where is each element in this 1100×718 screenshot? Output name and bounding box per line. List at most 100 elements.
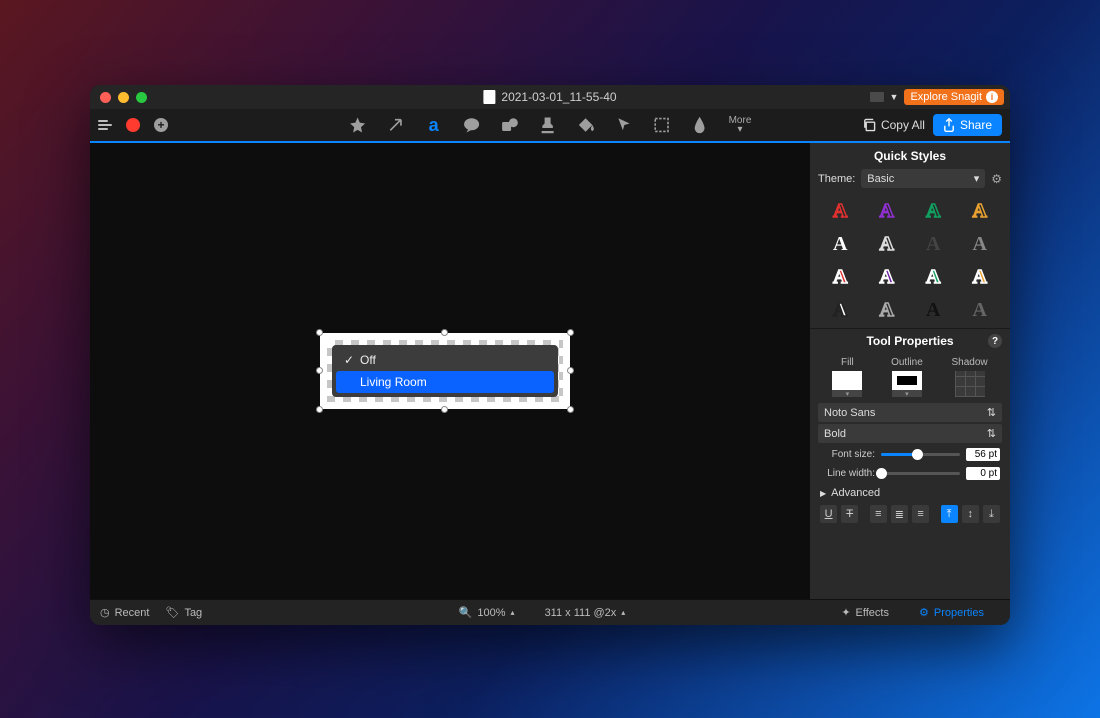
- minimize-window[interactable]: [118, 92, 129, 103]
- disclosure-triangle-icon: ▶: [820, 489, 826, 498]
- fill-tool[interactable]: [577, 116, 595, 134]
- style-preset[interactable]: A: [867, 233, 908, 256]
- dropdown-menu: ✓Off Living Room: [332, 345, 558, 397]
- library-toggle[interactable]: [98, 120, 112, 130]
- font-family-select[interactable]: Noto Sans⇅: [818, 403, 1002, 422]
- move-tool[interactable]: [615, 116, 633, 134]
- style-preset[interactable]: A: [960, 233, 1001, 256]
- menu-item-off[interactable]: ✓Off: [336, 349, 554, 371]
- favorites-tool[interactable]: [349, 116, 367, 134]
- font-weight-select[interactable]: Bold⇅: [818, 424, 1002, 443]
- font-size-slider[interactable]: [881, 453, 960, 456]
- explore-label: Explore Snagit: [910, 91, 982, 103]
- resize-handle[interactable]: [567, 367, 574, 374]
- side-panel: Quick Styles Theme: Basic▾ ⚙ A A A A A A…: [810, 143, 1010, 599]
- shape-tool[interactable]: [501, 116, 519, 134]
- style-preset[interactable]: A: [820, 299, 861, 322]
- font-size-value[interactable]: 56 pt: [966, 448, 1000, 461]
- gear-icon[interactable]: ⚙: [991, 172, 1002, 186]
- callout-tool[interactable]: [463, 116, 481, 134]
- align-right-button[interactable]: ≡: [912, 505, 929, 523]
- selected-object[interactable]: ✓Off Living Room: [320, 333, 570, 409]
- canvas[interactable]: ✓Off Living Room: [90, 143, 810, 599]
- tag-icon: 🏷: [165, 606, 179, 619]
- resize-handle[interactable]: [316, 329, 323, 336]
- zoom-control[interactable]: 🔍100%▴: [459, 606, 515, 619]
- underline-button[interactable]: U: [820, 505, 837, 523]
- style-preset[interactable]: A: [867, 299, 908, 322]
- resize-handle[interactable]: [567, 406, 574, 413]
- style-preset[interactable]: A: [820, 200, 861, 223]
- theme-select[interactable]: Basic▾: [861, 169, 985, 188]
- dimensions-readout[interactable]: 311 x 111 @2x▴: [545, 606, 626, 619]
- style-preset[interactable]: A: [867, 200, 908, 223]
- gear-icon: ⚙: [919, 606, 929, 619]
- effects-icon: ✦: [841, 606, 850, 619]
- new-button[interactable]: +: [154, 118, 168, 132]
- strikethrough-button[interactable]: T: [841, 505, 858, 523]
- share-icon: [943, 118, 955, 132]
- resize-handle[interactable]: [316, 406, 323, 413]
- advanced-toggle[interactable]: ▶Advanced: [810, 483, 1010, 503]
- effects-tab[interactable]: ✦Effects: [841, 606, 889, 619]
- app-window: 2021-03-01_11-55-40 ▼ Explore Snagit i +…: [90, 85, 1010, 625]
- font-size-label: Font size:: [820, 449, 875, 460]
- valign-middle-button[interactable]: ↕: [962, 505, 979, 523]
- arrow-tool[interactable]: [387, 116, 405, 134]
- resize-handle[interactable]: [441, 406, 448, 413]
- style-preset[interactable]: A: [960, 266, 1001, 289]
- line-width-value[interactable]: 0 pt: [966, 467, 1000, 480]
- help-icon[interactable]: ?: [988, 334, 1002, 348]
- shadow-swatch[interactable]: Shadow: [951, 357, 987, 397]
- text-formatting-row: U T ≡ ≣ ≡ ⤒ ↕ ⤓: [810, 503, 1010, 531]
- close-window[interactable]: [100, 92, 111, 103]
- resize-handle[interactable]: [441, 329, 448, 336]
- search-icon: 🔍: [459, 606, 473, 619]
- outline-swatch[interactable]: Outline▾: [891, 357, 923, 397]
- line-width-label: Line width:: [820, 468, 875, 479]
- tool-properties-title: Tool Properties: [866, 334, 953, 348]
- properties-tab[interactable]: ⚙Properties: [919, 606, 984, 619]
- stepper-icon: ⇅: [987, 406, 996, 419]
- style-preset[interactable]: A: [960, 200, 1001, 223]
- text-tool[interactable]: a: [425, 116, 443, 134]
- style-preset[interactable]: A: [820, 233, 861, 256]
- record-button[interactable]: [126, 118, 140, 132]
- style-preset[interactable]: A: [913, 299, 954, 322]
- resize-handle[interactable]: [567, 329, 574, 336]
- align-left-button[interactable]: ≡: [870, 505, 887, 523]
- copy-icon: [862, 118, 876, 132]
- style-preset[interactable]: A: [913, 200, 954, 223]
- share-label: Share: [960, 118, 992, 132]
- line-width-slider[interactable]: [881, 472, 960, 475]
- align-center-button[interactable]: ≣: [891, 505, 908, 523]
- check-icon: ✓: [344, 353, 354, 367]
- chevron-down-icon[interactable]: ▼: [890, 92, 899, 102]
- blur-tool[interactable]: [691, 116, 709, 134]
- recent-button[interactable]: ◷Recent: [100, 606, 149, 619]
- stamp-tool[interactable]: [539, 116, 557, 134]
- fill-swatch[interactable]: Fill▾: [832, 357, 862, 397]
- valign-top-button[interactable]: ⤒: [941, 505, 958, 523]
- resize-handle[interactable]: [316, 367, 323, 374]
- window-controls: [100, 92, 147, 103]
- selection-tool[interactable]: [653, 116, 671, 134]
- style-preset[interactable]: A: [960, 299, 1001, 322]
- style-preset[interactable]: A: [867, 266, 908, 289]
- explore-snagit-button[interactable]: Explore Snagit i: [904, 89, 1004, 105]
- clock-icon: ◷: [100, 606, 110, 619]
- share-button[interactable]: Share: [933, 114, 1002, 136]
- filename: 2021-03-01_11-55-40: [501, 90, 616, 104]
- copy-all-button[interactable]: Copy All: [862, 118, 925, 132]
- zoom-window[interactable]: [136, 92, 147, 103]
- style-preset[interactable]: A: [913, 233, 954, 256]
- document-icon: [483, 90, 495, 104]
- copy-all-label: Copy All: [881, 118, 925, 132]
- theme-label: Theme:: [818, 173, 855, 185]
- style-preset[interactable]: A: [913, 266, 954, 289]
- more-tools[interactable]: More▾: [729, 116, 752, 134]
- tag-button[interactable]: 🏷Tag: [165, 606, 202, 619]
- menu-item-living-room[interactable]: Living Room: [336, 371, 554, 393]
- style-preset[interactable]: A: [820, 266, 861, 289]
- valign-bottom-button[interactable]: ⤓: [983, 505, 1000, 523]
